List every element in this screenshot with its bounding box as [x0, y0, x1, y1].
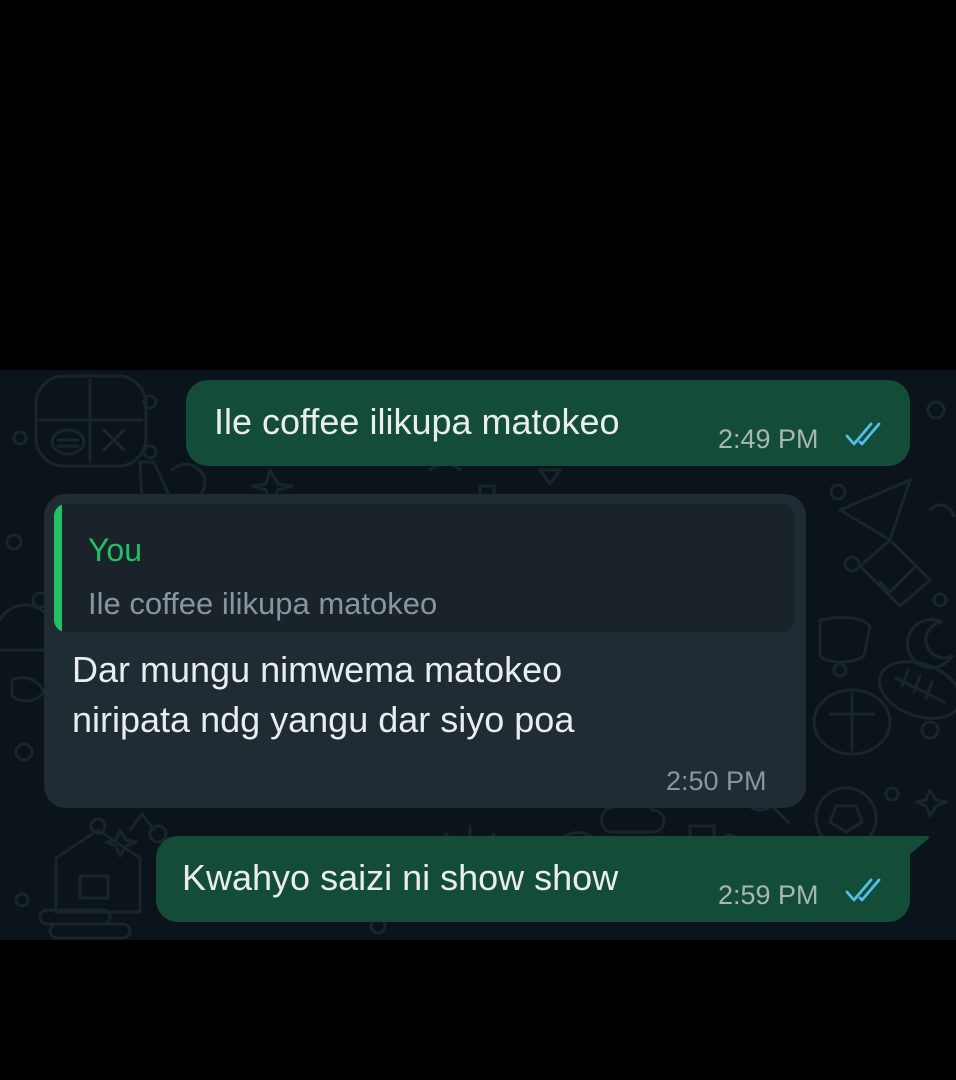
- message-text-line-2: niripata ndg yangu dar siyo poa: [72, 699, 575, 740]
- bubble-tail: [908, 836, 929, 856]
- message-text: Ile coffee ilikupa matokeo: [214, 401, 620, 442]
- quote-author: You: [88, 532, 142, 568]
- outgoing-message-1[interactable]: Ile coffee ilikupa matokeo 2:49 PM: [186, 380, 910, 466]
- message-time: 2:49 PM: [718, 424, 819, 454]
- message-time: 2:50 PM: [666, 766, 767, 796]
- quoted-message[interactable]: You Ile coffee ilikupa matokeo: [54, 504, 794, 632]
- outgoing-message-3[interactable]: Kwahyo saizi ni show show 2:59 PM: [156, 836, 910, 922]
- message-time: 2:59 PM: [718, 880, 819, 910]
- incoming-message-2[interactable]: You Ile coffee ilikupa matokeo Dar mungu…: [44, 494, 806, 808]
- double-check-read-icon: [845, 422, 881, 446]
- double-check-read-icon: [845, 878, 881, 902]
- screen: Ile coffee ilikupa matokeo 2:49 PM You I…: [0, 0, 956, 1080]
- quote-accent-bar: [54, 504, 62, 632]
- message-text: Kwahyo saizi ni show show: [182, 857, 619, 898]
- quote-text: Ile coffee ilikupa matokeo: [88, 586, 438, 621]
- chat-area[interactable]: Ile coffee ilikupa matokeo 2:49 PM You I…: [0, 370, 956, 940]
- message-text-line-1: Dar mungu nimwema matokeo: [72, 649, 563, 690]
